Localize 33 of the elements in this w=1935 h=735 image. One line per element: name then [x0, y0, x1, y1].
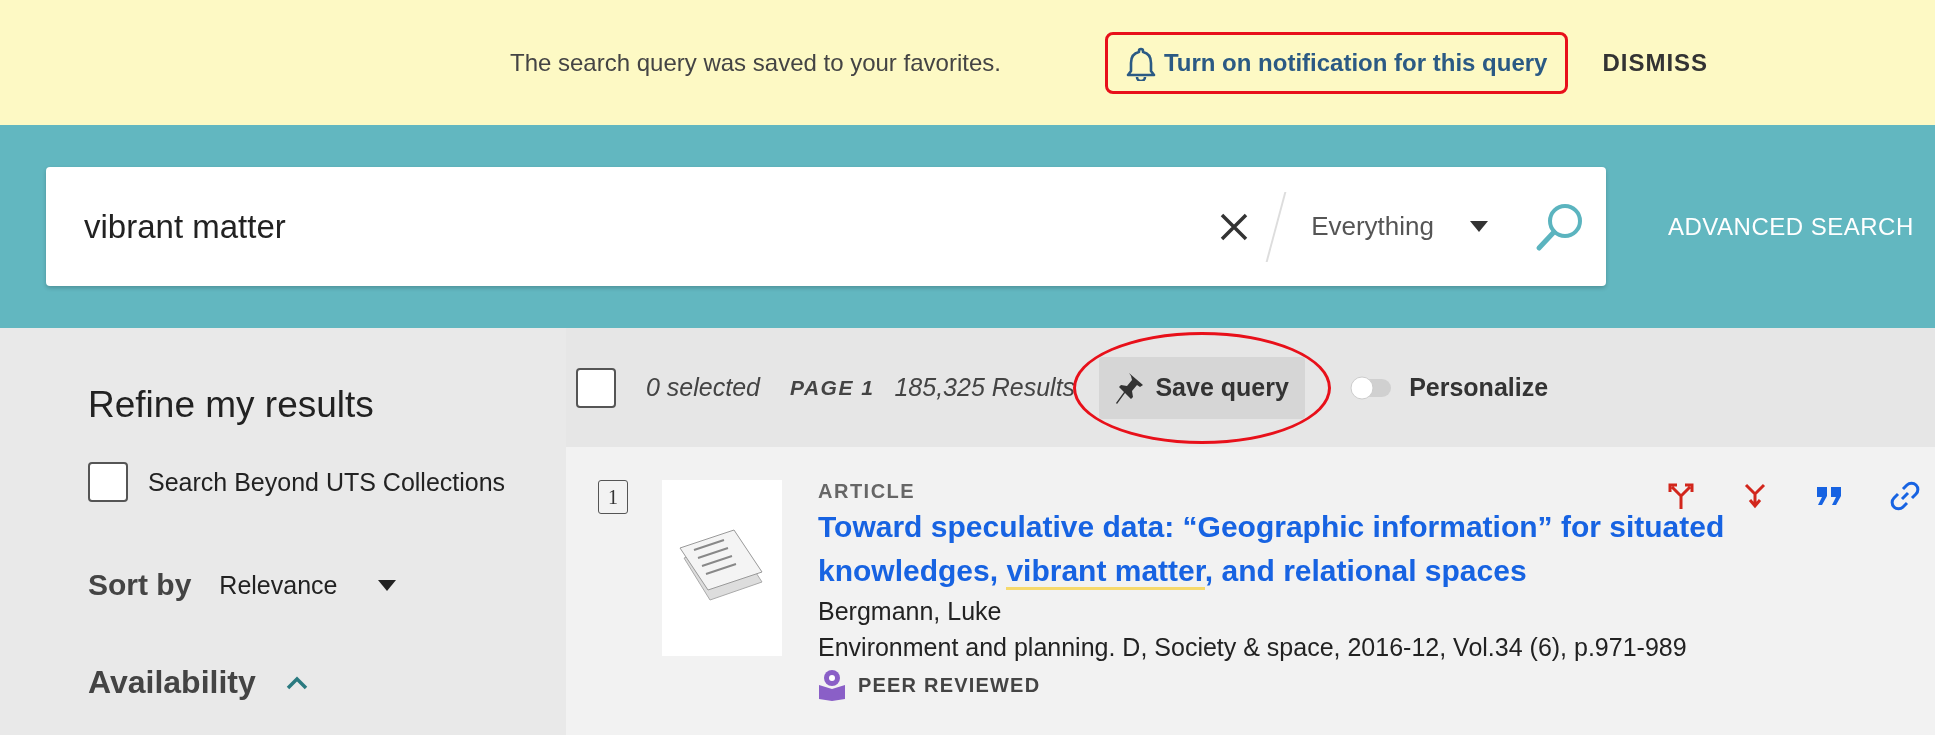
toggle-switch[interactable]	[1349, 373, 1394, 402]
checkbox-label: Search Beyond UTS Collections	[148, 467, 506, 497]
merge-arrow-icon[interactable]	[1742, 483, 1768, 509]
scope-dropdown[interactable]: Everything	[1305, 210, 1494, 243]
split-arrows-icon[interactable]	[1668, 483, 1694, 509]
close-icon[interactable]	[1219, 211, 1250, 242]
checkbox[interactable]	[576, 367, 616, 408]
checkbox[interactable]	[88, 462, 128, 502]
search-field[interactable]: vibrant matter Everything	[46, 167, 1606, 286]
sort-dropdown[interactable]: Relevance	[219, 570, 396, 600]
availability-toggle[interactable]: Availability	[88, 664, 566, 701]
result-type: ARTICLE	[818, 480, 916, 503]
result-source: Environment and planning. D, Society & space, 2016-12, Vol.34 (6), p.971-989	[818, 632, 1688, 663]
result-number: 1	[598, 480, 628, 514]
page-label: PAGE 1	[789, 375, 875, 400]
results-count: 185,325 Results	[894, 373, 1076, 402]
notification-link[interactable]: Turn on notification for this query	[1125, 44, 1548, 81]
search-value: vibrant matter	[84, 207, 287, 246]
caret-icon	[377, 579, 396, 591]
sort-label: Sort by	[88, 568, 192, 602]
caret-icon	[1470, 221, 1488, 232]
quote-icon[interactable]	[1816, 486, 1842, 506]
dismiss-button[interactable]: DISMISS	[1596, 47, 1715, 78]
save-query-button[interactable]: Save query	[1099, 356, 1305, 419]
link-icon[interactable]	[1890, 481, 1920, 511]
result-title-link[interactable]: Toward speculative data: “Geographic information” for situated knowledges, vibrant matter, and relational spaces	[818, 505, 1798, 593]
selected-count: 0 selected	[646, 373, 760, 402]
personalize-toggle[interactable]: Personalize	[1349, 373, 1549, 402]
saved-message: The search query was saved to your favorites.	[510, 48, 1001, 77]
peer-reviewed-icon	[818, 669, 846, 701]
refine-title: Refine my results	[88, 384, 375, 426]
peer-reviewed-label: PEER REVIEWED	[858, 673, 1041, 697]
result-author: Bergmann, Luke	[818, 596, 1003, 627]
